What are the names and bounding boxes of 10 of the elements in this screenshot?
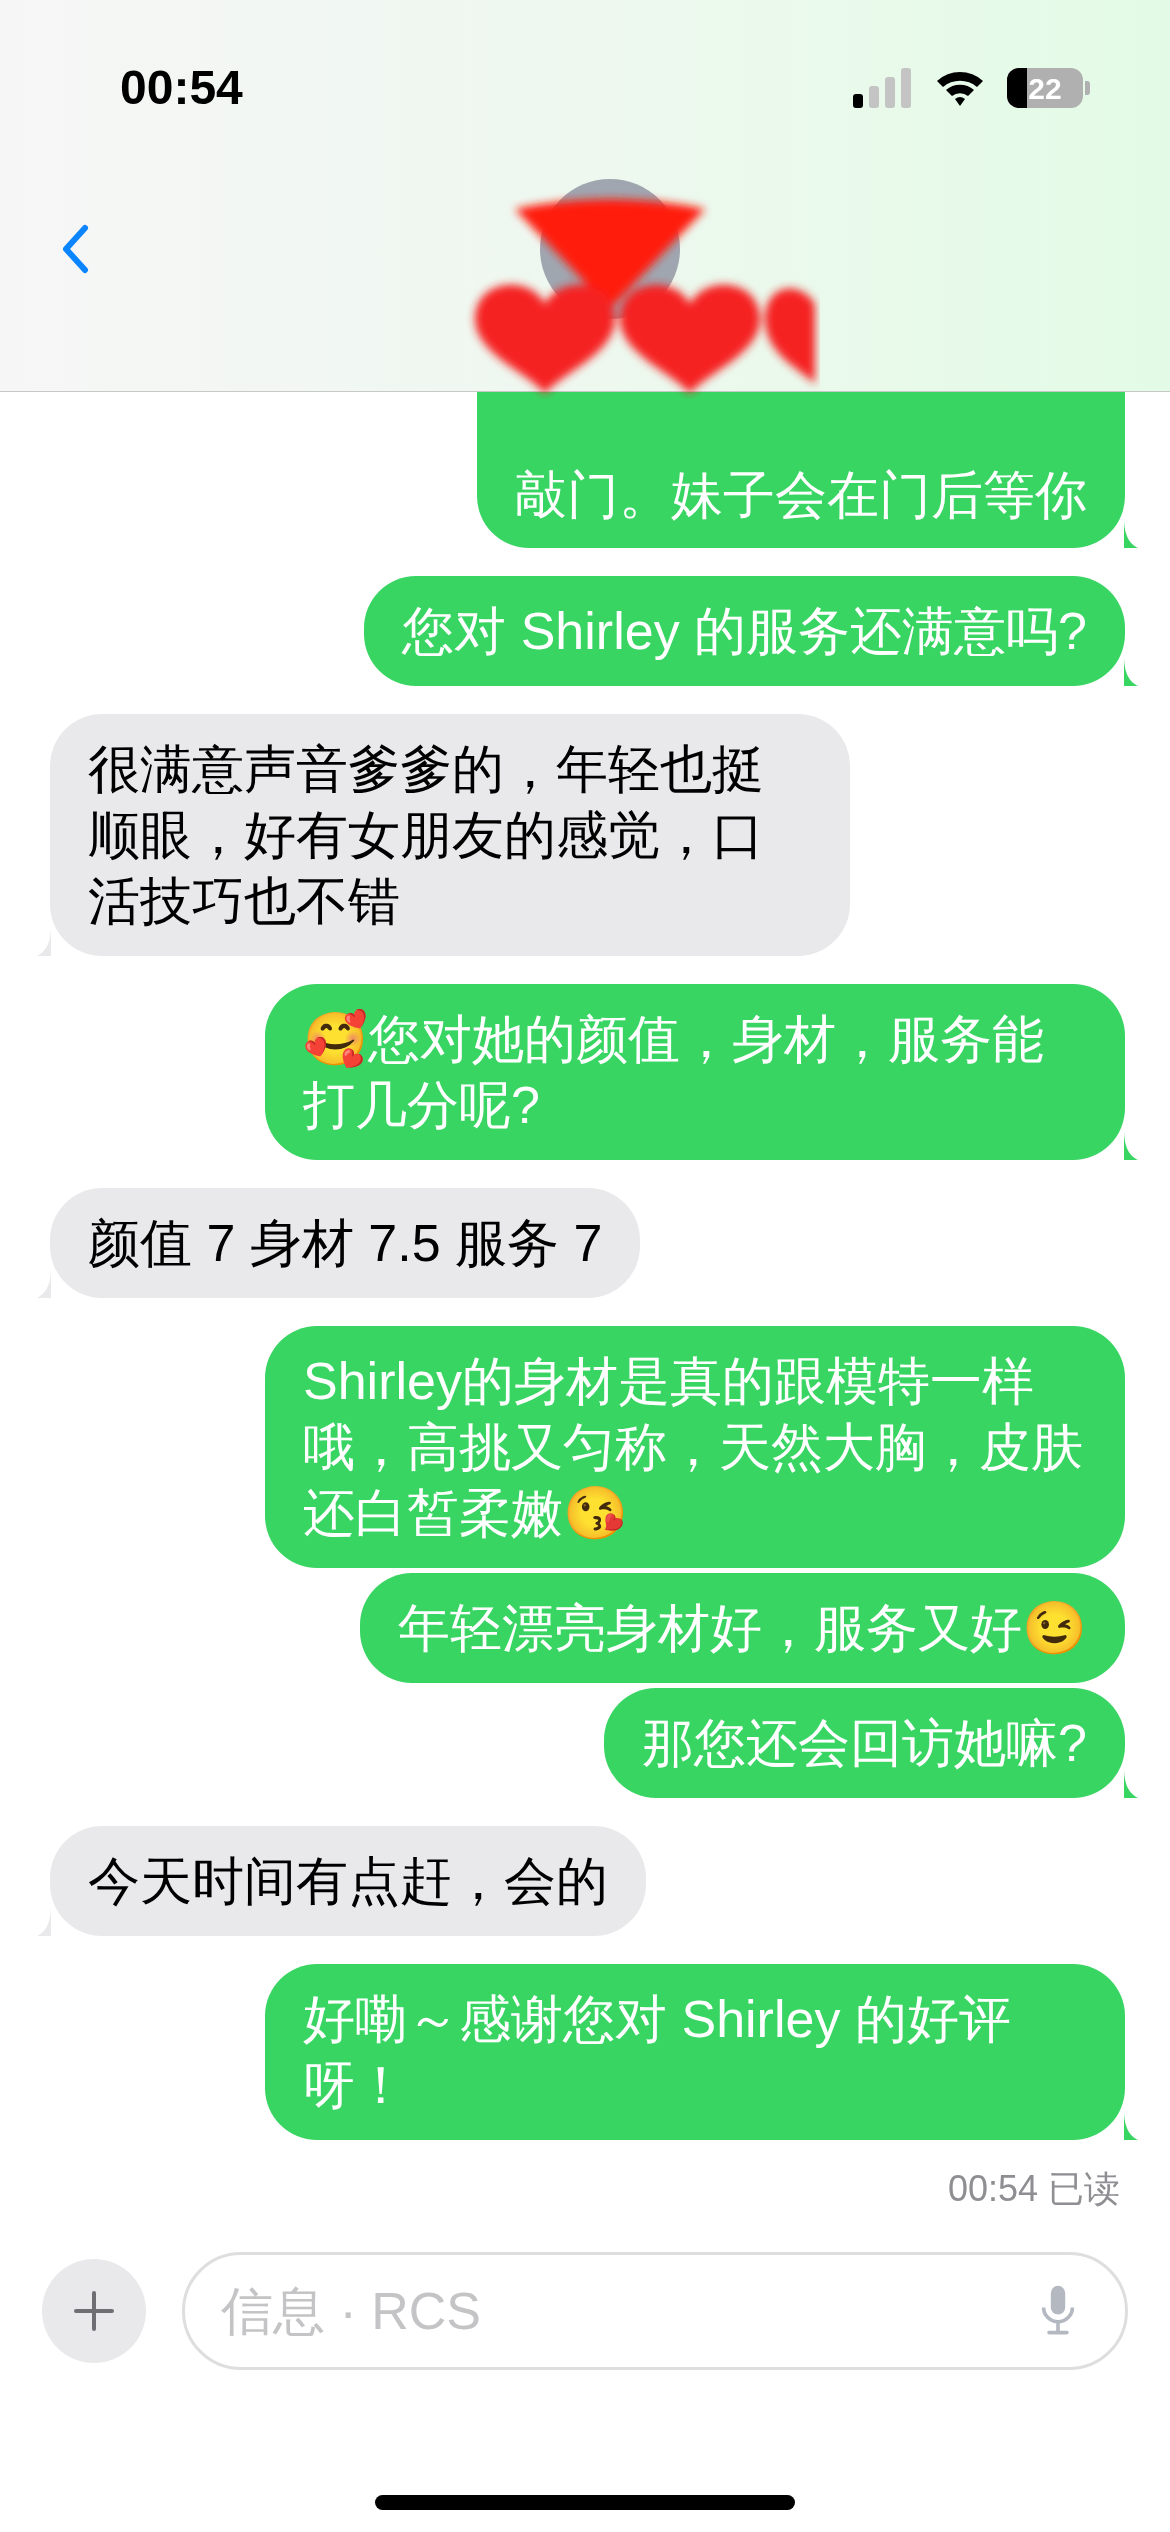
read-receipt: 00:54 已读 — [947, 2167, 1120, 2211]
message-bubble: Shirley的身材是真的跟模特一样哦，高挑又匀称，天然大胸，皮肤还白皙柔嫩😘 — [265, 1326, 1125, 1568]
message-field[interactable]: 信息 · RCS — [182, 2252, 1128, 2370]
wifi-icon — [935, 69, 985, 107]
plus-icon — [74, 2291, 114, 2331]
microphone-icon — [1040, 2285, 1076, 2337]
message-bubble: 年轻漂亮身材好，服务又好😉 — [360, 1573, 1125, 1683]
chevron-left-icon — [60, 224, 90, 274]
status-time: 00:54 — [120, 60, 243, 116]
signal-icon — [853, 68, 913, 108]
